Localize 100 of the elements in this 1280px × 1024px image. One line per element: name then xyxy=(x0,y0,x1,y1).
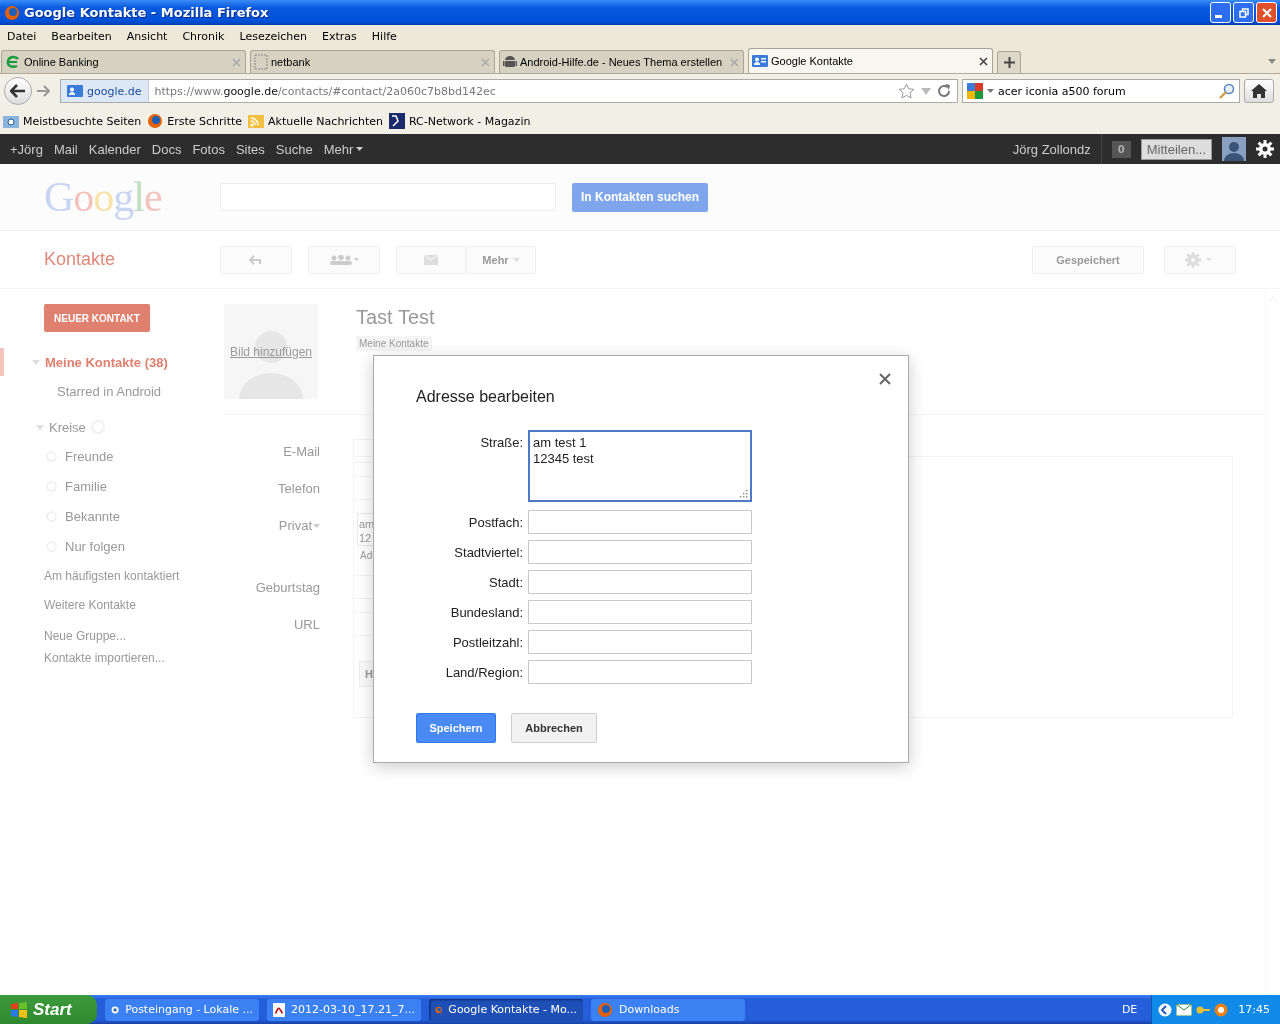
e-logo-icon xyxy=(5,54,21,70)
dropdown-caret-icon[interactable] xyxy=(921,87,931,95)
tab-list-caret-icon[interactable] xyxy=(1268,59,1276,64)
field-label: E-Mail xyxy=(282,443,320,459)
avatar-silhouette[interactable] xyxy=(1222,137,1246,161)
bookmark-item[interactable]: Aktuelle Nachrichten xyxy=(248,114,383,128)
reload-icon[interactable] xyxy=(937,84,951,98)
bookmark-item[interactable]: Erste Schritte xyxy=(147,113,243,129)
bookmark-item[interactable]: RC-Network - Magazin xyxy=(389,113,531,129)
address-bar[interactable]: google.de https://www.google.de/contacts/#contact/2a060c7b8bd142ec xyxy=(60,79,958,103)
browser-logo-icon xyxy=(597,1001,613,1018)
chevron-left-icon[interactable] xyxy=(1158,1002,1173,1017)
restore-button[interactable] xyxy=(1233,2,1254,23)
google-bar-link[interactable]: Mehr xyxy=(323,141,364,157)
google-bar-link[interactable]: +Jörg xyxy=(10,141,43,157)
contact-card-icon xyxy=(752,54,768,68)
menu-item[interactable]: Extras xyxy=(322,29,357,43)
envelope-icon[interactable] xyxy=(1176,1003,1193,1016)
minimize-button[interactable] xyxy=(1210,2,1231,23)
share-button[interactable]: Mitteilen... xyxy=(1140,138,1212,160)
field-label: Postfach: xyxy=(467,514,523,530)
blank-page-icon xyxy=(254,54,268,70)
menu-item[interactable]: Datei xyxy=(7,29,37,43)
back-arrow-icon xyxy=(249,254,263,265)
input-field[interactable] xyxy=(528,510,752,534)
taskbar-button[interactable]: Downloads xyxy=(591,998,745,1021)
app-title: Kontakte xyxy=(44,249,117,270)
back-button[interactable] xyxy=(4,77,32,105)
people-icon xyxy=(329,254,359,265)
rss-feed-icon xyxy=(248,114,265,128)
restore-icon xyxy=(1238,7,1249,18)
taskbar-button[interactable]: Posteingang - Lokale ... xyxy=(105,998,259,1021)
google-bar-link[interactable]: Fotos xyxy=(192,141,225,157)
menu-item[interactable]: Bearbeiten xyxy=(51,29,112,43)
close-button[interactable] xyxy=(1256,2,1277,23)
group-tag: Meine Kontakte xyxy=(356,336,432,351)
taskbar-button[interactable]: 2012-03-10_17.21_7... xyxy=(267,998,421,1021)
input-field[interactable] xyxy=(528,570,752,594)
email-button[interactable] xyxy=(396,245,466,274)
search-icon[interactable] xyxy=(1219,83,1235,99)
pdf-document-icon xyxy=(273,1001,286,1018)
url-text: https://www.google.de/contacts/#contact/2a060c7b8bd142ec xyxy=(154,84,497,98)
start-button[interactable]: Start xyxy=(0,995,97,1024)
browser-logo-icon xyxy=(4,4,20,21)
dropdown-caret-icon[interactable] xyxy=(987,89,994,93)
close-icon[interactable] xyxy=(879,373,891,385)
browser-tab[interactable]: netbank xyxy=(250,50,495,73)
forward-arrow-icon[interactable] xyxy=(36,85,50,97)
new-tab-button[interactable] xyxy=(997,51,1021,73)
input-field[interactable] xyxy=(528,600,752,624)
field-label: Bundesland: xyxy=(449,604,523,620)
close-tab-icon[interactable] xyxy=(979,56,988,66)
settings-button[interactable] xyxy=(1164,245,1236,274)
contact-name: Tast Test xyxy=(356,306,435,329)
menu-item[interactable]: Ansicht xyxy=(126,29,168,43)
taskbar-button[interactable]: Google Kontakte - Mo... xyxy=(429,998,583,1021)
settings-icon xyxy=(1185,251,1215,268)
caret-icon xyxy=(512,257,520,262)
search-engine-logo-icon[interactable] xyxy=(967,83,983,99)
street-text-area[interactable]: am test 1 12345 test xyxy=(528,430,752,502)
google-bar-link[interactable]: Sites xyxy=(235,141,265,157)
minimize-icon xyxy=(1215,15,1222,18)
envelope-icon xyxy=(424,254,438,265)
plus-icon xyxy=(1003,57,1015,68)
tray-app-icon[interactable] xyxy=(1214,1002,1229,1017)
site-identity-label[interactable]: google.de xyxy=(61,80,149,102)
google-bar-link[interactable]: Mail xyxy=(53,141,78,157)
menu-item[interactable]: Chronik xyxy=(182,29,225,43)
groups-button[interactable] xyxy=(308,245,380,274)
google-bar-link[interactable]: Suche xyxy=(275,141,313,157)
robot-icon xyxy=(503,54,517,70)
menu-item[interactable]: Lesezeichen xyxy=(239,29,308,43)
home-button[interactable] xyxy=(1244,79,1274,103)
window-title: Google Kontakte - Mozilla Firefox xyxy=(24,5,270,20)
cancel-button[interactable]: Abbrechen xyxy=(511,713,597,743)
language-indicator[interactable]: DE xyxy=(1121,1003,1138,1016)
field-label: Telefon xyxy=(277,480,320,496)
google-bar-link[interactable]: Docs xyxy=(151,141,182,157)
expand-triangle-icon xyxy=(32,359,40,365)
key-icon[interactable] xyxy=(1196,1004,1211,1015)
star-icon[interactable] xyxy=(898,83,915,99)
input-field[interactable] xyxy=(528,660,752,684)
browser-tab[interactable]: Android-Hilfe.de - Neues Thema erstellen xyxy=(499,50,744,73)
expand-triangle-icon xyxy=(36,424,44,430)
browser-tab[interactable]: Google Kontakte xyxy=(748,48,993,73)
menu-item[interactable]: Hilfe xyxy=(371,29,397,43)
settings-icon[interactable] xyxy=(1256,140,1274,158)
input-field[interactable] xyxy=(528,540,752,564)
search-bar[interactable]: acer iconia a500 forum xyxy=(962,79,1240,103)
bookmark-item[interactable]: Meistbesuchte Seiten xyxy=(3,114,142,128)
dialog-title: Adresse bearbeiten xyxy=(416,388,556,406)
field-label: Postleitzahl: xyxy=(451,634,523,650)
input-field[interactable] xyxy=(528,630,752,654)
field-label: URL xyxy=(293,616,320,632)
google-bar-link[interactable]: Kalender xyxy=(88,141,141,157)
browser-tab[interactable]: Online Banking xyxy=(1,50,246,73)
resize-grip-icon[interactable] xyxy=(740,490,748,498)
field-label: Geburtstag xyxy=(254,579,320,595)
caret-icon xyxy=(356,147,364,151)
close-icon xyxy=(1261,7,1272,18)
